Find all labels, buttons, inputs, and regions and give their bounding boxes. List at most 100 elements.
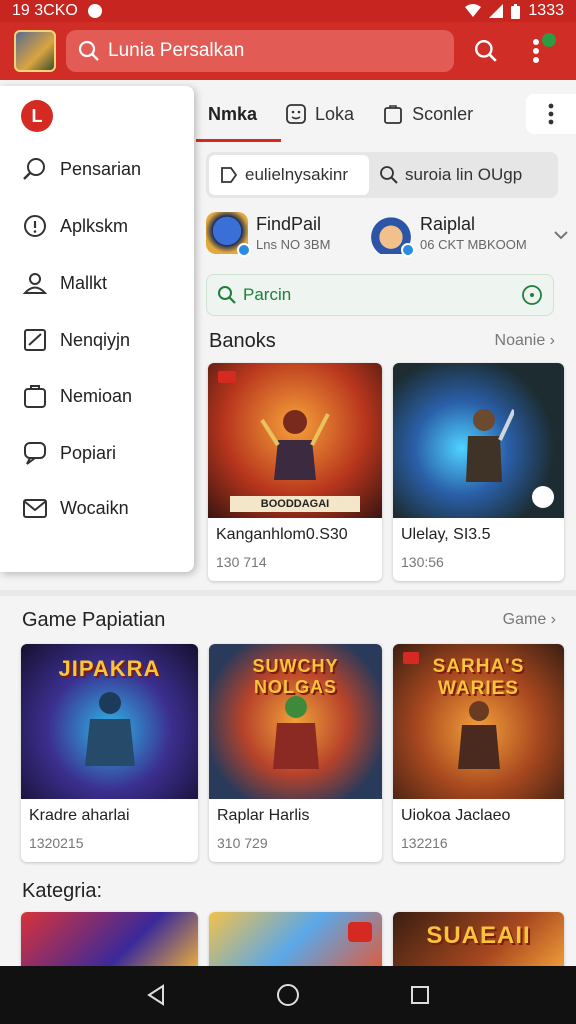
category-artwork: [209, 912, 382, 972]
game-card[interactable]: SARHA'S WARIES Uiokoa Jaclaeo 132216: [393, 644, 564, 862]
smile-icon: [286, 104, 306, 124]
character-art: [272, 696, 319, 769]
app-logo: L: [21, 100, 53, 132]
status-right-text: 1333: [528, 2, 564, 19]
person-icon: [22, 273, 48, 294]
game-title: Kradre aharlai: [29, 807, 130, 824]
drawer-item-wocaikn[interactable]: Wocaikn: [22, 495, 129, 521]
chevron-down-icon[interactable]: [554, 230, 568, 240]
category-card[interactable]: SUAEAII: [393, 912, 564, 972]
battery-icon: [511, 3, 521, 19]
drawer-item-pensarian[interactable]: Pensarian: [22, 156, 141, 182]
drawer-item-label: Nenqiyjn: [60, 329, 131, 350]
tab-label: Sconler: [412, 103, 474, 124]
drawer-item-mallkt[interactable]: Mallkt: [22, 270, 107, 296]
target-icon[interactable]: [521, 284, 543, 306]
app-sub: Lns NO 3BM: [256, 237, 331, 252]
featured-apps: FindPail Lns NO 3BM Raiplal 06 CKT MBKOO…: [206, 212, 576, 268]
game-card[interactable]: SUWCHY NOLGAS Raplar Harlis 310 729: [209, 644, 382, 862]
game-artwork: SARHA'S WARIES: [393, 644, 564, 799]
drawer-item-label: Wocaikn: [60, 497, 129, 518]
tab-label: Nmka: [208, 103, 258, 124]
top-tabs: Nmka Loka Sconler: [194, 88, 576, 142]
drawer-item-label: Nemioan: [60, 385, 133, 406]
chip[interactable]: suroia lin OUgp: [369, 155, 532, 195]
overflow-menu-button[interactable]: [518, 33, 556, 69]
recents-button[interactable]: [405, 980, 435, 1010]
chat-icon: [24, 442, 46, 465]
expand-icon[interactable]: [532, 486, 554, 508]
chart-icon: [24, 329, 46, 351]
artwork-label: SUAEAII: [426, 922, 531, 949]
game-title: Ulelay, SI3.5: [401, 526, 491, 543]
search-icon: [380, 166, 398, 184]
mail-icon: [23, 499, 47, 518]
bag-icon: [384, 105, 402, 124]
character-art: [457, 701, 500, 769]
search-input[interactable]: Lunia Persalkan: [66, 30, 454, 72]
category-artwork: SUAEAII: [393, 912, 564, 972]
see-more-link[interactable]: Noanie ›: [495, 332, 555, 350]
drawer-item-nemioan[interactable]: Nemioan: [22, 383, 132, 409]
game-artwork: BOODDAGAI: [208, 363, 382, 518]
artwork-label: JIPAKRA: [58, 656, 161, 681]
game-artwork: JIPAKRA: [21, 644, 198, 799]
search-icon: [474, 39, 497, 62]
home-button[interactable]: [273, 980, 303, 1010]
character-art: [465, 409, 514, 482]
section-header: Kategria:: [22, 878, 556, 904]
game-card[interactable]: Ulelay, SI3.5 130:56: [393, 363, 564, 581]
tab-sconler[interactable]: Sconler: [368, 88, 487, 140]
tabs-more-button[interactable]: [526, 94, 576, 134]
status-right: 1333: [465, 2, 564, 20]
see-more-link[interactable]: Game ›: [503, 611, 556, 629]
game-card[interactable]: BOODDAGAI Kanganhlom0.S30 130 714: [208, 363, 382, 581]
home-icon: [277, 984, 299, 1006]
more-vert-icon: [533, 39, 539, 63]
featured-app[interactable]: Raiplal 06 CKT MBKOOM: [370, 212, 527, 257]
section-title: Game Papiatian: [22, 608, 166, 631]
play-badge-icon: [218, 371, 236, 383]
game-meta: 130 714: [216, 554, 267, 570]
avatar[interactable]: [14, 30, 56, 72]
artwork-label: BOODDAGAI: [230, 496, 360, 512]
green-search-label: Parcin: [243, 285, 292, 304]
status-time: 19 3CKO: [12, 2, 78, 19]
drawer-item-label: Mallkt: [60, 272, 108, 293]
app-sub: 06 CKT MBKOOM: [420, 237, 527, 252]
info-icon: [24, 215, 46, 237]
drawer-item-aplkskm[interactable]: Aplkskm: [22, 213, 128, 239]
signal-icon: [489, 4, 504, 18]
recents-icon: [411, 986, 429, 1004]
tab-nmka[interactable]: Nmka: [194, 88, 282, 142]
more-vert-icon: [548, 103, 554, 125]
featured-app[interactable]: FindPail Lns NO 3BM: [206, 212, 331, 257]
app-name: FindPail: [256, 214, 322, 234]
section-divider: [0, 590, 576, 596]
game-title: Kanganhlom0.S30: [216, 526, 348, 543]
tag-icon: [221, 167, 238, 183]
drawer-item-nenqiyjn[interactable]: Nenqiyjn: [22, 327, 130, 353]
search-icon: [78, 40, 99, 61]
green-search-field[interactable]: Parcin: [206, 274, 554, 316]
search-placeholder: Lunia Persalkan: [108, 40, 245, 61]
drawer-item-label: Popiari: [60, 442, 117, 463]
bag-icon: [24, 385, 46, 408]
verified-icon: [401, 243, 415, 257]
game-card[interactable]: JIPAKRA Kradre aharlai 1320215: [21, 644, 198, 862]
chip-selected[interactable]: eulielnysakinr: [209, 155, 369, 195]
character-art: [84, 692, 135, 766]
badge-icon: [348, 922, 372, 942]
section-title: Banoks: [209, 329, 276, 352]
game-meta: 310 729: [217, 835, 268, 851]
search-button[interactable]: [468, 33, 504, 69]
tab-loka[interactable]: Loka: [271, 88, 368, 140]
search-icon: [23, 158, 45, 180]
wifi-icon: [465, 4, 482, 17]
drawer-item-popiari[interactable]: Popiari: [22, 440, 116, 466]
category-card[interactable]: [21, 912, 198, 972]
game-artwork: [393, 363, 564, 518]
system-nav-bar: [0, 966, 576, 1024]
category-card[interactable]: [209, 912, 382, 972]
back-button[interactable]: [141, 980, 171, 1010]
